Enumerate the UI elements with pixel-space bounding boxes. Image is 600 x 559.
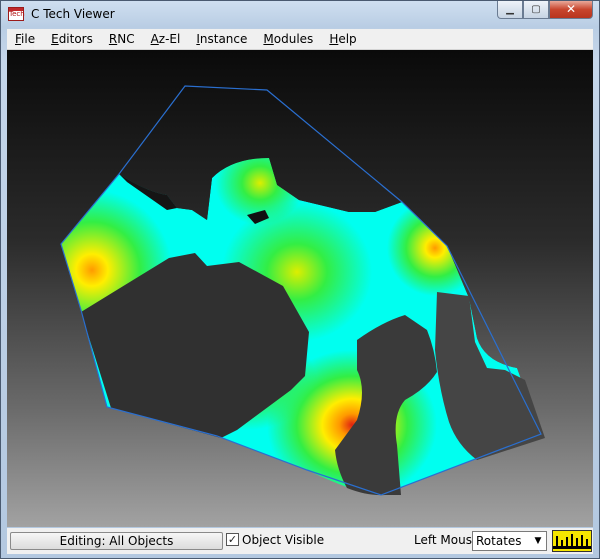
meter-bars-icon [553,534,591,549]
performance-meter [552,530,592,552]
status-bar: Editing: All Objects ✓ Object Visible Le… [7,528,593,554]
left-mouse-value: Rotates [476,534,522,548]
chevron-down-icon: ▼ [534,536,542,546]
title-bar[interactable]: Tech C Tech Viewer ▁ ▢ ✕ [1,1,599,29]
menu-rnc[interactable]: RNC [101,29,143,49]
3d-viewport[interactable] [7,50,593,527]
caption-buttons: ▁ ▢ ✕ [497,1,593,20]
object-visible-label: Object Visible [242,533,325,547]
menu-modules[interactable]: Modules [255,29,321,49]
surface-render [60,85,545,496]
window-title: C Tech Viewer [31,7,115,21]
close-button[interactable]: ✕ [549,1,593,19]
menu-help[interactable]: Help [321,29,364,49]
maximize-button[interactable]: ▢ [523,1,549,19]
left-mouse-select[interactable]: Rotates ▼ [472,531,547,551]
menu-bar: File Editors RNC Az-El Instance Modules … [7,29,593,50]
menu-editors[interactable]: Editors [43,29,101,49]
minimize-button[interactable]: ▁ [497,1,523,19]
menu-az-el[interactable]: Az-El [143,29,189,49]
menu-file[interactable]: File [7,29,43,49]
app-window: Tech C Tech Viewer ▁ ▢ ✕ File Editors RN… [0,0,600,559]
left-mouse-label: Left Mouse [414,533,480,547]
app-logo-icon: Tech [8,7,25,21]
editing-objects-button[interactable]: Editing: All Objects [10,532,223,550]
menu-instance[interactable]: Instance [188,29,255,49]
object-visible-checkbox[interactable]: ✓ [226,533,239,546]
